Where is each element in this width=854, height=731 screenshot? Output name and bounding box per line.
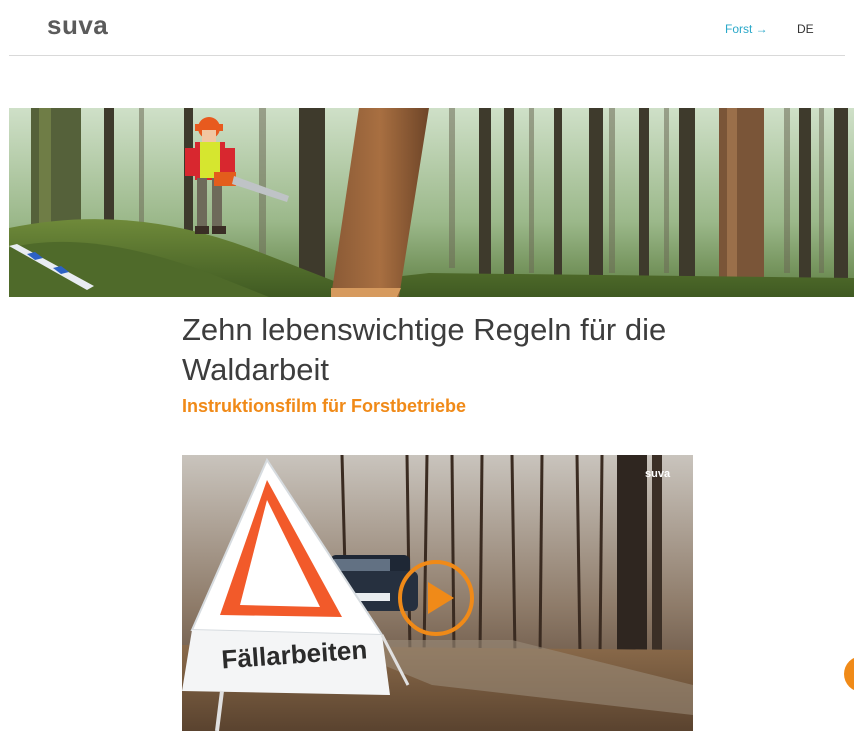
language-switcher[interactable]: DE	[797, 22, 814, 36]
page-title: Zehn lebenswichtige Regeln für die Walda…	[182, 312, 667, 387]
floating-action-button[interactable]	[844, 656, 854, 692]
hero-illustration	[9, 108, 854, 297]
nav-link-forst[interactable]: Forst →	[725, 22, 768, 36]
play-button[interactable]	[396, 558, 476, 638]
header-divider	[9, 55, 845, 56]
hero-image-forest-worker	[9, 108, 854, 297]
play-icon	[398, 560, 474, 636]
page-subtitle: Instruktionsfilm für Forstbetriebe	[182, 396, 467, 416]
suva-logo[interactable]: suva	[47, 10, 108, 41]
header: suva Forst → DE	[0, 0, 854, 56]
video-suva-logo: suva	[645, 468, 671, 480]
